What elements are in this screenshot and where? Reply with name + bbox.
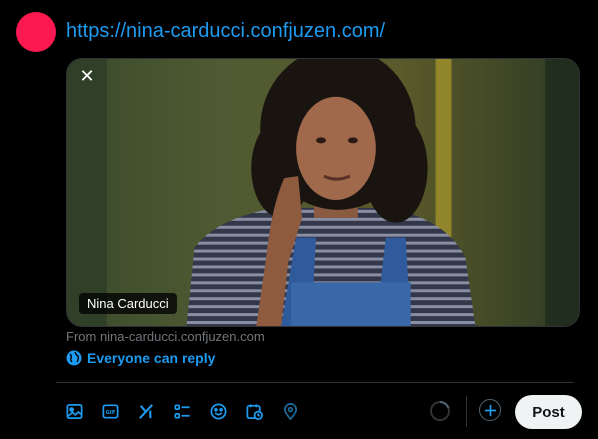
- poll-icon[interactable]: [164, 396, 200, 426]
- compose-toolbar: GIF: [56, 396, 308, 426]
- post-button[interactable]: Post: [515, 395, 582, 429]
- reply-setting-button[interactable]: Everyone can reply: [66, 348, 215, 368]
- media-icon[interactable]: [56, 396, 92, 426]
- svg-text:GIF: GIF: [105, 409, 115, 415]
- emoji-icon[interactable]: [200, 396, 236, 426]
- link-preview-card[interactable]: ✕ Nina Carducci: [66, 58, 580, 327]
- card-image: [67, 59, 579, 326]
- gif-icon[interactable]: GIF: [92, 396, 128, 426]
- card-source: From nina-carducci.confjuzen.com: [66, 329, 265, 344]
- globe-icon: [66, 350, 82, 366]
- avatar[interactable]: [16, 12, 56, 52]
- grok-icon[interactable]: [128, 396, 164, 426]
- divider: [56, 382, 574, 383]
- schedule-icon[interactable]: [236, 396, 272, 426]
- reply-setting-label: Everyone can reply: [87, 350, 216, 366]
- card-title: Nina Carducci: [79, 293, 177, 314]
- close-icon[interactable]: ✕: [73, 63, 101, 91]
- character-progress: [430, 400, 450, 421]
- plus-icon: [484, 404, 496, 416]
- compose-text-input[interactable]: https://nina-carducci.confjuzen.com/: [66, 20, 385, 43]
- toolbar-separator: [466, 396, 467, 427]
- location-icon[interactable]: [272, 396, 308, 426]
- add-post-button[interactable]: [479, 399, 501, 421]
